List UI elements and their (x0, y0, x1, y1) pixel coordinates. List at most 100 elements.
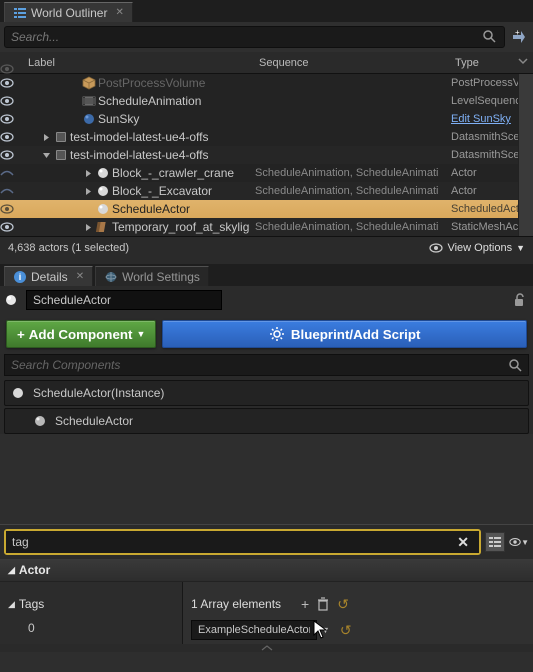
section-actor-label: Actor (19, 563, 50, 577)
panel-resize-handle[interactable] (0, 644, 533, 652)
svg-text:+: + (515, 29, 520, 37)
expand-toggle[interactable] (40, 151, 52, 160)
search-components-input[interactable] (11, 358, 508, 372)
visibility-toggle[interactable] (0, 96, 24, 106)
reset-to-default-button[interactable]: ↺ (340, 622, 352, 639)
visibility-toggle[interactable] (0, 132, 24, 142)
outliner-tab-label: World Outliner (31, 6, 107, 20)
tab-world-settings[interactable]: World Settings (95, 266, 209, 286)
expand-toggle[interactable] (82, 223, 94, 232)
outliner-rows: PostProcessVolumePostProcessVcScheduleAn… (0, 74, 533, 236)
tags-property-row[interactable]: ◢ Tags (0, 592, 182, 616)
details-search-box[interactable]: ✕ (6, 531, 479, 553)
film-icon (82, 94, 96, 108)
add-actor-button[interactable]: + (509, 27, 529, 47)
visibility-toggle[interactable] (0, 222, 24, 232)
row-label: ScheduleAnimation (98, 94, 255, 108)
blueprint-script-label: Blueprint/Add Script (291, 327, 421, 342)
outliner-row[interactable]: Block_-_ExcavatorScheduleAnimation, Sche… (0, 182, 533, 200)
property-matrix-button[interactable] (485, 532, 505, 552)
array-index-label: 0 (28, 621, 35, 635)
row-sequence: ScheduleAnimation, ScheduleAnimati (255, 221, 451, 233)
tab-world-outliner[interactable]: World Outliner ✕ (4, 2, 133, 22)
cube-icon (82, 76, 96, 90)
array-add-button[interactable]: + (301, 596, 309, 612)
property-visibility-button[interactable]: ▼ (509, 532, 529, 552)
tab-details[interactable]: i Details ✕ (4, 266, 93, 286)
outliner-row[interactable]: PostProcessVolumePostProcessVc (0, 74, 533, 92)
outliner-row[interactable]: ScheduleActorScheduledActo (0, 200, 533, 218)
component-child-label: ScheduleActor (55, 414, 133, 428)
outliner-row[interactable]: Block_-_crawler_craneScheduleAnimation, … (0, 164, 533, 182)
visibility-toggle[interactable] (0, 204, 24, 214)
visibility-toggle[interactable] (0, 114, 24, 124)
element-options-button[interactable]: ▼ (321, 625, 330, 635)
row-label: Block_-_Excavator (112, 184, 255, 198)
property-table: ◢ Tags 0 1 Array elements + ↺ (0, 582, 533, 644)
array-clear-button[interactable] (317, 597, 329, 611)
row-type: PostProcessVc (451, 77, 533, 89)
outliner-search-row: + (0, 22, 533, 52)
row-type: LevelSequence (451, 95, 533, 107)
row-label: test-imodel-latest-ue4-offs (70, 148, 255, 162)
outliner-row[interactable]: test-imodel-latest-ue4-offsDatasmithScen (0, 146, 533, 164)
column-label[interactable]: Label (24, 57, 255, 69)
search-icon (508, 358, 522, 372)
visibility-toggle[interactable] (0, 186, 24, 196)
expand-toggle[interactable] (82, 169, 94, 178)
row-label: ScheduleActor (112, 202, 255, 216)
component-root-label: ScheduleActor(Instance) (33, 386, 164, 400)
outliner-search-input[interactable] (11, 30, 482, 44)
component-sublist: ScheduleActor (4, 408, 529, 434)
svg-text:i: i (19, 272, 22, 282)
chevron-down-icon: ▼ (136, 329, 145, 339)
expand-toggle[interactable] (40, 133, 52, 142)
actor-count-text: 4,638 actors (1 selected) (8, 242, 129, 254)
row-type: DatasmithScen (451, 131, 533, 143)
column-sequence[interactable]: Sequence (255, 57, 451, 69)
visibility-toggle[interactable] (0, 150, 24, 160)
details-search-input[interactable] (12, 535, 453, 549)
view-options-button[interactable]: View Options ▼ (429, 242, 525, 254)
row-sequence: ScheduleAnimation, ScheduleAnimati (255, 185, 451, 197)
property-labels-column: ◢ Tags 0 (0, 582, 183, 644)
world-settings-tab-label: World Settings (122, 270, 200, 284)
tags-property-label: Tags (19, 597, 44, 611)
tab-close-icon[interactable]: ✕ (115, 7, 123, 18)
actor-name-input[interactable] (26, 290, 222, 310)
lock-icon[interactable] (513, 293, 529, 307)
expand-toggle[interactable] (82, 187, 94, 196)
row-type-link[interactable]: Edit SunSky (451, 113, 533, 125)
visibility-toggle[interactable] (0, 78, 24, 88)
tab-close-icon[interactable]: ✕ (76, 271, 84, 282)
search-components-box[interactable] (4, 354, 529, 376)
outliner-search-box[interactable] (4, 26, 505, 48)
reset-to-default-button[interactable]: ↺ (337, 596, 349, 613)
search-icon (482, 29, 498, 45)
column-options-icon[interactable] (517, 55, 529, 67)
add-component-button[interactable]: + Add Component ▼ (6, 320, 156, 348)
tags-array-index-row[interactable]: 0 (0, 616, 182, 640)
tag-value-input[interactable] (191, 620, 317, 640)
array-count-label: 1 Array elements (191, 597, 281, 611)
section-actor-header[interactable]: ◢ Actor (0, 559, 533, 582)
row-label: Block_-_crawler_crane (112, 166, 255, 180)
details-search-row: ✕ ▼ (0, 524, 533, 559)
row-label: test-imodel-latest-ue4-offs (70, 130, 255, 144)
component-root-row[interactable]: ScheduleActor(Instance) (5, 383, 528, 403)
blueprint-script-button[interactable]: Blueprint/Add Script (162, 320, 527, 348)
outliner-row[interactable]: SunSkyEdit SunSky (0, 110, 533, 128)
details-button-row: + Add Component ▼ Blueprint/Add Script (0, 314, 533, 354)
expand-arrow-icon: ◢ (8, 599, 15, 610)
component-child-row[interactable]: ScheduleActor (5, 411, 528, 431)
visibility-toggle[interactable] (0, 168, 24, 178)
visibility-column-icon (0, 52, 24, 74)
clear-search-button[interactable]: ✕ (453, 534, 473, 551)
world-settings-icon (104, 270, 118, 284)
outliner-row[interactable]: ScheduleAnimation LevelSequence (0, 92, 533, 110)
details-tab-icon: i (13, 270, 27, 284)
outliner-row[interactable]: Temporary_roof_at_skyligScheduleAnimatio… (0, 218, 533, 236)
outliner-row[interactable]: test-imodel-latest-ue4-offs DatasmithScen (0, 128, 533, 146)
outliner-tab-icon (13, 6, 27, 20)
component-icon (11, 386, 25, 400)
